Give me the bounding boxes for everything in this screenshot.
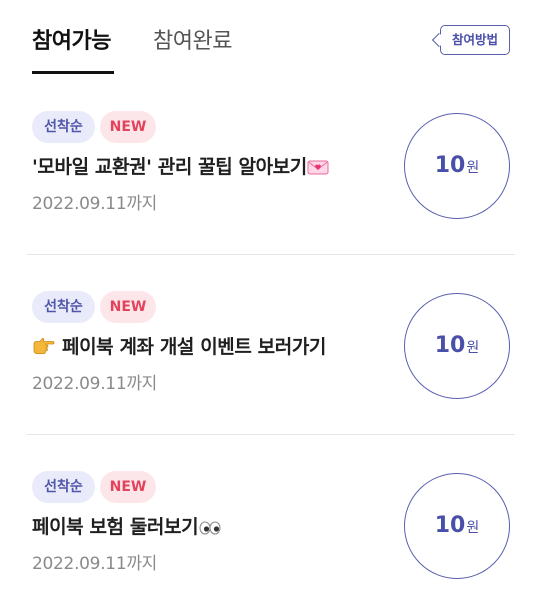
reward-amount: 10 xyxy=(434,513,466,538)
pointing-hand-icon xyxy=(32,336,56,363)
item-title: 페이북 보험 둘러보기 xyxy=(32,514,222,543)
new-badge: NEW xyxy=(100,111,156,143)
first-come-badge: 선착순 xyxy=(32,291,95,323)
list-item[interactable]: 선착순 NEW 페이북 계좌 개설 이벤트 보러가기 2022.09.11까지 … xyxy=(0,180,540,399)
new-badge: NEW xyxy=(100,471,156,503)
eyes-icon xyxy=(198,517,222,543)
reward-amount: 10 xyxy=(434,333,466,358)
list-item[interactable]: 선착순 NEW '모바일 교환권' 관리 꿀팁 알아보기 2022.09.11까… xyxy=(0,0,540,219)
item-deadline: 2022.09.11까지 xyxy=(32,554,158,574)
reward-unit: 원 xyxy=(466,160,480,176)
first-come-badge: 선착순 xyxy=(32,471,95,503)
reward-amount: 10 xyxy=(434,153,466,178)
reward-unit: 원 xyxy=(466,520,480,536)
item-title: '모바일 교환권' 관리 꿀팁 알아보기 xyxy=(32,154,329,183)
item-title: 페이북 계좌 개설 이벤트 보러가기 xyxy=(32,334,326,363)
reward-unit: 원 xyxy=(466,340,480,356)
first-come-badge: 선착순 xyxy=(32,111,95,143)
new-badge: NEW xyxy=(100,291,156,323)
reward-badge: 10원 xyxy=(404,473,510,579)
list-item[interactable]: 선착순 NEW 페이북 보험 둘러보기 2022.09.11까지 10원 xyxy=(0,360,540,579)
